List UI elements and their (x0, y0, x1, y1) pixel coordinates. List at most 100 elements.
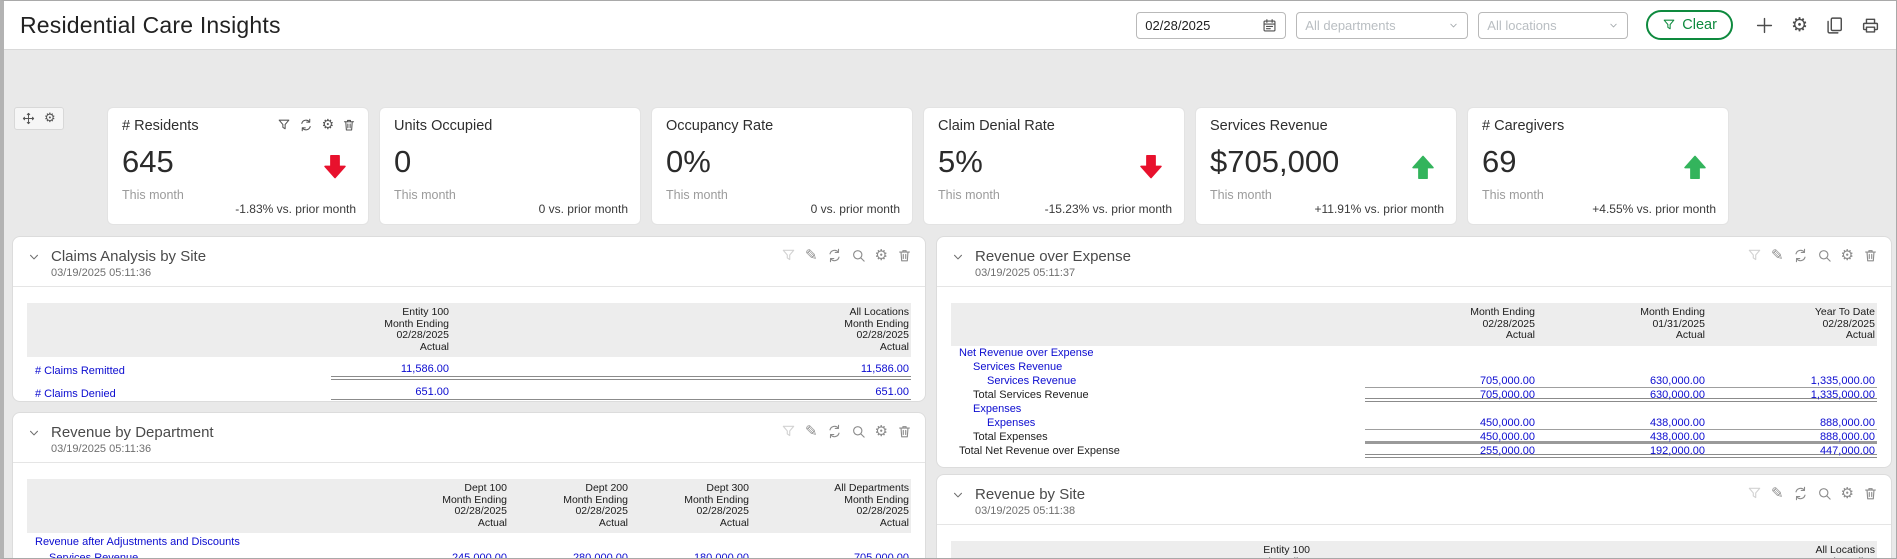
trend-down-icon (320, 150, 350, 184)
copy-icon[interactable] (1825, 16, 1844, 35)
table-column-header: Dept 200Month Ending02/28/2025Actual (509, 483, 630, 529)
cell-value[interactable]: 630,000.00 (1537, 389, 1707, 401)
row-label[interactable]: Expenses (951, 403, 1365, 415)
filter-icon[interactable] (277, 118, 291, 132)
collapse-panel-icon[interactable] (951, 250, 965, 264)
search-icon[interactable] (1817, 486, 1832, 501)
refresh-icon[interactable] (827, 424, 842, 439)
settings-icon[interactable]: ⚙ (875, 424, 888, 439)
column-header-line: 02/28/2025 (751, 506, 909, 518)
refresh-icon[interactable] (299, 118, 313, 132)
cell-value[interactable]: 447,000.00 (1707, 445, 1877, 457)
cell-value[interactable]: 245,000.00 (399, 552, 509, 559)
table-column-header: All DepartmentsMonth Ending02/28/2025Act… (751, 483, 911, 529)
department-select[interactable]: All departments (1296, 12, 1468, 39)
cell-value[interactable]: 450,000.00 (1365, 417, 1537, 429)
cell-value[interactable]: 255,000.00 (1365, 445, 1537, 457)
cell-value[interactable]: 705,000.00 (1365, 375, 1537, 387)
edit-icon[interactable]: ✎ (1771, 486, 1784, 501)
table-column-header: All LocationsMonth Ending02/28/2025Actua… (451, 307, 911, 353)
delete-icon[interactable] (342, 118, 356, 132)
chevron-down-icon (1608, 20, 1619, 31)
row-label[interactable]: # Claims Denied (27, 388, 331, 400)
settings-icon[interactable]: ⚙ (1841, 248, 1854, 263)
cell-value[interactable]: 450,000.00 (1365, 431, 1537, 443)
column-header-line: 02/28/2025 (509, 506, 628, 518)
move-icon[interactable] (22, 112, 35, 125)
row-values: 255,000.00192,000.00447,000.00 (1365, 445, 1877, 458)
edit-icon[interactable]: ✎ (805, 424, 818, 439)
row-label[interactable]: Services Revenue (951, 375, 1365, 387)
collapse-panel-icon[interactable] (27, 426, 41, 440)
row-values (1365, 347, 1877, 360)
table-header-columns: Dept 100Month Ending02/28/2025ActualDept… (399, 483, 911, 529)
table-row: Total Expenses450,000.00438,000.00888,00… (951, 431, 1877, 444)
cell-value[interactable]: 438,000.00 (1537, 417, 1707, 429)
cell-value[interactable]: 11,586.00 (451, 363, 911, 375)
kpi-card: # Caregivers69This month+4.55% vs. prior… (1467, 107, 1729, 225)
kpi-title: # Caregivers (1482, 118, 1714, 134)
row-label[interactable]: # Claims Remitted (27, 365, 331, 377)
cell-value[interactable]: 280,000.00 (509, 552, 630, 559)
gear-icon[interactable]: ⚙ (44, 112, 56, 125)
panel-body: Entity 100Month Ending02/28/2025ActualAl… (937, 525, 1891, 559)
calendar-icon[interactable] (1262, 18, 1277, 33)
header-controls: 02/28/2025 All departments All locations… (1136, 10, 1880, 40)
kpi-delta: -15.23% vs. prior month (1045, 202, 1172, 216)
add-icon[interactable] (1755, 16, 1774, 35)
refresh-icon[interactable] (1793, 486, 1808, 501)
settings-icon[interactable]: ⚙ (875, 248, 888, 263)
date-input[interactable]: 02/28/2025 (1136, 12, 1286, 39)
location-select[interactable]: All locations (1478, 12, 1628, 39)
settings-icon[interactable]: ⚙ (321, 118, 334, 132)
clear-filters-button[interactable]: Clear (1646, 10, 1733, 40)
cell-value[interactable]: 651.00 (331, 386, 451, 398)
settings-icon[interactable]: ⚙ (1841, 486, 1854, 501)
print-icon[interactable] (1861, 16, 1880, 35)
cell-value[interactable]: 192,000.00 (1537, 445, 1707, 457)
search-icon[interactable] (851, 248, 866, 263)
column-header-line: Dept 200 (509, 483, 628, 495)
delete-icon[interactable] (1863, 486, 1878, 501)
delete-icon[interactable] (897, 248, 912, 263)
kpi-period: This month (394, 188, 456, 202)
delete-icon[interactable] (897, 424, 912, 439)
search-icon[interactable] (851, 424, 866, 439)
refresh-icon[interactable] (827, 248, 842, 263)
cell-value[interactable]: 705,000.00 (1365, 389, 1537, 401)
panel-toolbar: ✎⚙ (781, 424, 912, 439)
cell-value[interactable]: 888,000.00 (1707, 417, 1877, 429)
collapse-panel-icon[interactable] (951, 488, 965, 502)
cell-value[interactable]: 651.00 (451, 386, 911, 398)
filter-icon[interactable] (1747, 248, 1762, 263)
table-column-header: Dept 100Month Ending02/28/2025Actual (399, 483, 509, 529)
row-label[interactable]: Services Revenue (951, 361, 1365, 373)
edit-icon[interactable]: ✎ (1771, 248, 1784, 263)
search-icon[interactable] (1817, 248, 1832, 263)
row-label[interactable]: Expenses (951, 417, 1365, 429)
cell-value[interactable]: 705,000.00 (751, 552, 911, 559)
collapse-panel-icon[interactable] (27, 250, 41, 264)
row-label[interactable]: Net Revenue over Expense (951, 347, 1365, 359)
filter-icon[interactable] (1747, 486, 1762, 501)
cell-value[interactable]: 438,000.00 (1537, 431, 1707, 443)
filter-icon[interactable] (781, 424, 796, 439)
cell-value[interactable]: 180,000.00 (630, 552, 751, 559)
filter-icon[interactable] (781, 248, 796, 263)
panel-toolbar: ✎⚙ (1747, 248, 1878, 263)
cell-value[interactable]: 11,586.00 (331, 363, 451, 375)
trend-up-icon (1408, 150, 1438, 184)
cell-value[interactable]: 630,000.00 (1537, 375, 1707, 387)
delete-icon[interactable] (1863, 248, 1878, 263)
refresh-icon[interactable] (1793, 248, 1808, 263)
kpi-value: 0% (666, 144, 898, 180)
table-header: Entity 100Month Ending02/28/2025ActualAl… (951, 541, 1877, 559)
cell-value[interactable]: 1,335,000.00 (1707, 389, 1877, 401)
row-label[interactable]: Revenue after Adjustments and Discounts (27, 536, 399, 548)
row-label[interactable]: Services Revenue (27, 552, 399, 559)
cell-value[interactable]: 888,000.00 (1707, 431, 1877, 443)
cell-value[interactable]: 1,335,000.00 (1707, 375, 1877, 387)
gear-icon[interactable]: ⚙ (1791, 16, 1808, 35)
row-values: 245,000.00280,000.00180,000.00705,000.00 (399, 551, 911, 559)
edit-icon[interactable]: ✎ (805, 248, 818, 263)
